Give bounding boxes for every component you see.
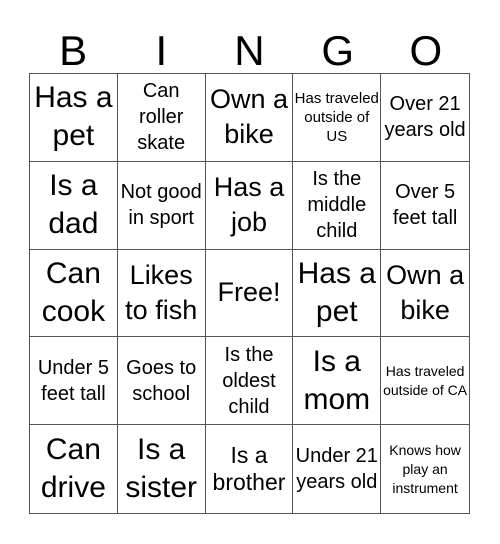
bingo-cell[interactable]: Is a dad [30,161,118,250]
bingo-cell[interactable]: Under 21 years old [293,425,382,513]
bingo-cell[interactable]: Has a pet [30,74,118,162]
cell-text: Likes to fish [125,259,198,325]
cell-text: Is a brother [212,442,286,496]
header-letter-g: G [321,27,354,74]
cell-text: Under 5 feet tall [37,356,109,405]
bingo-cell[interactable]: Is a mom [293,337,382,426]
cell-text: Is a dad [48,169,99,241]
cell-text: Over 5 feet tall [392,181,458,230]
cell-text: Has a pet [34,81,113,153]
bingo-cell[interactable]: Is the middle child [293,161,382,250]
header-letter-b: B [59,27,88,74]
cell-text: Is a mom [303,344,371,416]
bingo-cell[interactable]: Is a sister [118,425,206,513]
bingo-cell[interactable]: Has a pet [293,249,382,338]
cell-text: Is the middle child [307,168,367,243]
header-letter-i: I [155,27,168,74]
cell-text: Own a bike [209,84,289,150]
cell-text: Can drive [40,433,106,505]
cell-text: Under 21 years old [295,445,378,494]
cell-text: Has traveled outside of CA [383,362,468,398]
bingo-cell[interactable]: Can cook [30,249,118,338]
bingo-cell[interactable]: Can roller skate [117,74,206,162]
cell-text: Has a pet [297,256,376,328]
bingo-cell[interactable]: Has traveled outside of US [293,74,382,162]
cell-text: Is a sister [125,433,198,505]
cell-text: Knows how play an instrument [389,441,461,496]
cell-text: Own a bike [386,259,465,325]
bingo-cell[interactable]: Own a bike [205,74,294,162]
header-letter-o: O [409,27,443,74]
bingo-cell[interactable]: Own a bike [381,250,469,338]
bingo-card-grid: Has a pet Can roller skate Own a bike Ha… [29,73,470,514]
bingo-cell[interactable]: Not good in sport [117,161,206,250]
bingo-cell[interactable]: Over 5 feet tall [381,162,469,250]
cell-text: Goes to school [126,356,197,405]
cell-text: Over 21 years old [384,93,466,142]
bingo-cell[interactable]: Over 21 years old [381,74,469,162]
bingo-cell[interactable]: Likes to fish [117,249,206,338]
free-space-text: Free! [217,277,281,308]
cell-text: Has a job [213,172,285,238]
cell-text: Can cook [41,256,106,328]
bingo-cell[interactable]: Can drive [30,425,118,513]
bingo-cell[interactable]: Is a brother [206,425,294,513]
bingo-cell[interactable]: Knows how play an instrument [381,425,469,513]
cell-text: Not good in sport [120,181,202,230]
header-letter-n: N [234,27,265,74]
bingo-cell[interactable]: Has traveled outside of CA [381,337,469,426]
bingo-cell[interactable]: Under 5 feet tall [30,337,118,426]
bingo-header: B I N G O [29,28,470,73]
bingo-cell[interactable]: Is the oldest child [205,337,294,426]
cell-text: Is the oldest child [222,343,276,418]
bingo-cell[interactable]: Has a job [205,161,294,250]
bingo-cell[interactable]: Goes to school [117,337,206,426]
bingo-cell-free[interactable]: Free! [205,249,294,338]
cell-text: Can roller skate [137,80,186,155]
cell-text: Has traveled outside of US [294,89,379,145]
